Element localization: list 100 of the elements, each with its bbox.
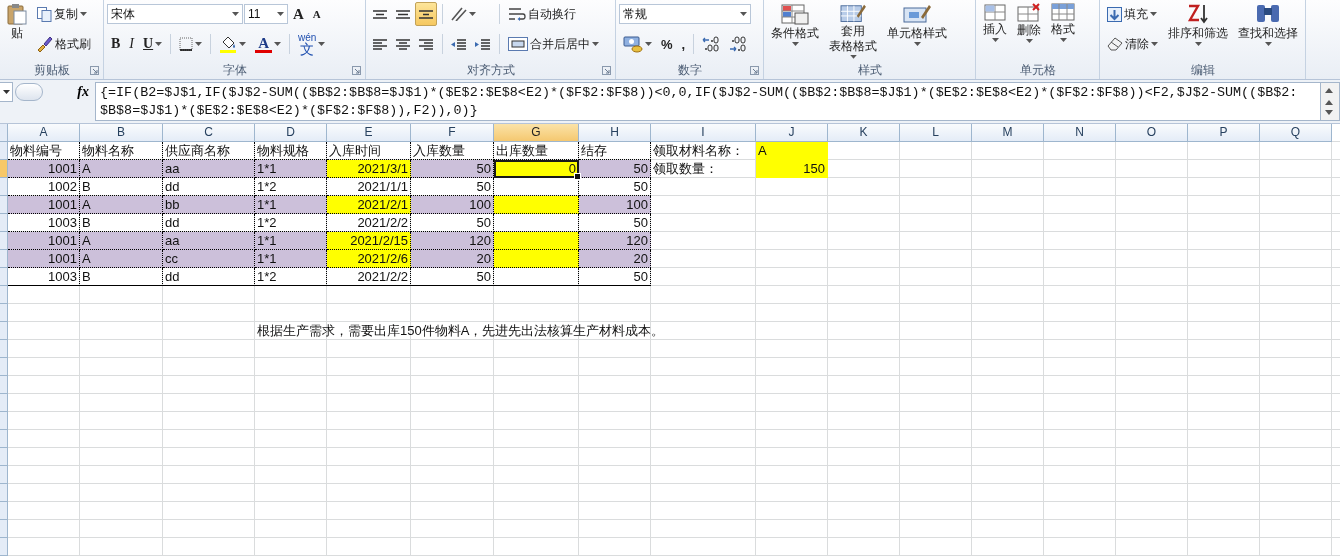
number-format-field[interactable]: 常规 bbox=[619, 4, 751, 24]
row-header[interactable] bbox=[0, 250, 8, 268]
column-header[interactable]: Q bbox=[1260, 124, 1332, 142]
grow-font-button[interactable]: A bbox=[289, 2, 308, 26]
row-header[interactable] bbox=[0, 268, 8, 286]
row-header[interactable] bbox=[0, 502, 8, 520]
row-header[interactable] bbox=[0, 520, 8, 538]
column-header[interactable]: I bbox=[651, 124, 756, 142]
table-cell: 50 bbox=[411, 268, 494, 286]
row-header[interactable] bbox=[0, 430, 8, 448]
table-cell: 150 bbox=[756, 160, 828, 178]
merge-center-button[interactable]: 合并后居中 bbox=[504, 32, 603, 56]
row-header[interactable] bbox=[0, 322, 8, 340]
align-left-icon bbox=[373, 38, 387, 50]
delete-button[interactable]: 删除 bbox=[1013, 2, 1045, 60]
fill-button[interactable]: 填充 bbox=[1103, 2, 1161, 26]
column-header[interactable]: P bbox=[1188, 124, 1260, 142]
column-header[interactable]: G bbox=[494, 124, 579, 142]
note-text: 根据生产需求，需要出库150件物料A，先进先出法核算生产材料成本。 bbox=[256, 322, 666, 340]
launcher-icon[interactable] bbox=[352, 66, 361, 75]
launcher-icon[interactable] bbox=[602, 66, 611, 75]
underline-button[interactable]: U bbox=[139, 32, 167, 56]
wrap-text-icon bbox=[508, 7, 526, 21]
column-header[interactable]: H bbox=[579, 124, 651, 142]
column-header[interactable]: E bbox=[327, 124, 411, 142]
row-header[interactable] bbox=[0, 466, 8, 484]
sort-filter-button[interactable]: 排序和筛选 bbox=[1164, 2, 1232, 60]
group-label: 单元格 bbox=[1019, 61, 1056, 79]
shrink-font-button[interactable]: A bbox=[308, 2, 325, 26]
copy-button[interactable]: 复制 bbox=[33, 2, 91, 26]
paste-button[interactable]: 贴 bbox=[3, 2, 31, 60]
insert-button[interactable]: 插入 bbox=[979, 2, 1011, 60]
row-header[interactable] bbox=[0, 196, 8, 214]
table-cell: 1001 bbox=[8, 196, 80, 214]
align-bottom-button[interactable] bbox=[415, 2, 437, 26]
find-select-button[interactable]: 查找和选择 bbox=[1234, 2, 1302, 60]
launcher-icon[interactable] bbox=[750, 66, 759, 75]
row-header[interactable] bbox=[0, 142, 8, 160]
percent-button[interactable]: % bbox=[657, 32, 677, 56]
name-box[interactable] bbox=[0, 82, 13, 102]
column-header[interactable]: K bbox=[828, 124, 900, 142]
cell-styles-button[interactable]: 单元格样式 bbox=[883, 2, 951, 60]
italic-button[interactable]: I bbox=[125, 32, 138, 56]
table-cell: 50 bbox=[411, 160, 494, 178]
wrap-text-button[interactable]: 自动换行 bbox=[504, 2, 580, 26]
conditional-format-button[interactable]: 条件格式 bbox=[767, 2, 823, 60]
row-header[interactable] bbox=[0, 340, 8, 358]
bold-button[interactable]: B bbox=[107, 32, 125, 56]
column-header[interactable]: F bbox=[411, 124, 494, 142]
clear-button[interactable]: 清除 bbox=[1103, 32, 1162, 56]
column-header[interactable]: L bbox=[900, 124, 972, 142]
fill-handle[interactable] bbox=[574, 173, 581, 180]
insert-function-button[interactable]: fx bbox=[45, 82, 95, 102]
format-painter-button[interactable]: 格式刷 bbox=[33, 32, 95, 56]
format-button[interactable]: 格式 bbox=[1047, 2, 1079, 60]
row-header[interactable] bbox=[0, 394, 8, 412]
merge-cells-icon bbox=[508, 37, 528, 51]
row-header[interactable] bbox=[0, 178, 8, 196]
table-cell: 50 bbox=[579, 160, 651, 178]
row-header[interactable] bbox=[0, 232, 8, 250]
table-icon bbox=[1051, 3, 1075, 21]
row-header[interactable] bbox=[0, 376, 8, 394]
font-name-field[interactable]: 宋体 bbox=[107, 4, 243, 24]
decrease-indent-icon bbox=[451, 38, 466, 50]
column-header[interactable]: B bbox=[80, 124, 163, 142]
font-size-field[interactable]: 11 bbox=[244, 4, 288, 24]
table-delete-icon bbox=[1017, 3, 1041, 22]
column-header[interactable]: D bbox=[255, 124, 327, 142]
column-header[interactable]: M bbox=[972, 124, 1044, 142]
scroll-arrows[interactable] bbox=[1321, 82, 1340, 121]
resize-handle[interactable] bbox=[15, 83, 43, 101]
launcher-icon[interactable] bbox=[90, 66, 99, 75]
row-header[interactable] bbox=[0, 286, 8, 304]
table-cell: 1003 bbox=[8, 268, 80, 286]
column-header[interactable]: A bbox=[8, 124, 80, 142]
row-header[interactable] bbox=[0, 304, 8, 322]
row-header[interactable] bbox=[0, 448, 8, 466]
formula-field[interactable]: {=IF(B2=$J$1,IF($J$2-SUM(($B$2:$B$8=$J$1)*($E$2:$E$8<E2)*($F$2:$F$8))<0,0,IF($J$2-SUM(($B$2:$B$8=$J$1)*($E$2:$E$8<E2)*($F$2:$F$8))<F2,$J$2-SUM(($B$2: $B$8=$J$1)*($E$2:$E$8<E2)*($F$2:$F$8)),F2)),0)} bbox=[95, 82, 1321, 121]
phonetic-button[interactable]: wén 文 bbox=[294, 32, 330, 56]
table-cell: A bbox=[80, 160, 163, 178]
select-all-corner[interactable] bbox=[0, 124, 8, 142]
column-header[interactable]: O bbox=[1116, 124, 1188, 142]
table-cell: 2021/2/2 bbox=[327, 268, 411, 286]
comma-button[interactable]: , bbox=[677, 32, 690, 56]
table-cell: aa bbox=[163, 160, 255, 178]
table-cell: 2021/2/1 bbox=[327, 196, 411, 214]
column-header[interactable]: N bbox=[1044, 124, 1116, 142]
row-header[interactable] bbox=[0, 160, 8, 178]
row-header[interactable] bbox=[0, 214, 8, 232]
row-header[interactable] bbox=[0, 484, 8, 502]
table-cell: 1001 bbox=[8, 232, 80, 250]
row-header[interactable] bbox=[0, 538, 8, 556]
font-color-button[interactable]: A bbox=[251, 32, 285, 56]
column-header[interactable]: C bbox=[163, 124, 255, 142]
table-cell: 2021/2/6 bbox=[327, 250, 411, 268]
table-cell: 1001 bbox=[8, 160, 80, 178]
table-format-button[interactable]: 套用 表格格式 bbox=[825, 2, 881, 60]
row-header[interactable] bbox=[0, 358, 8, 376]
row-header[interactable] bbox=[0, 412, 8, 430]
column-header[interactable]: J bbox=[756, 124, 828, 142]
